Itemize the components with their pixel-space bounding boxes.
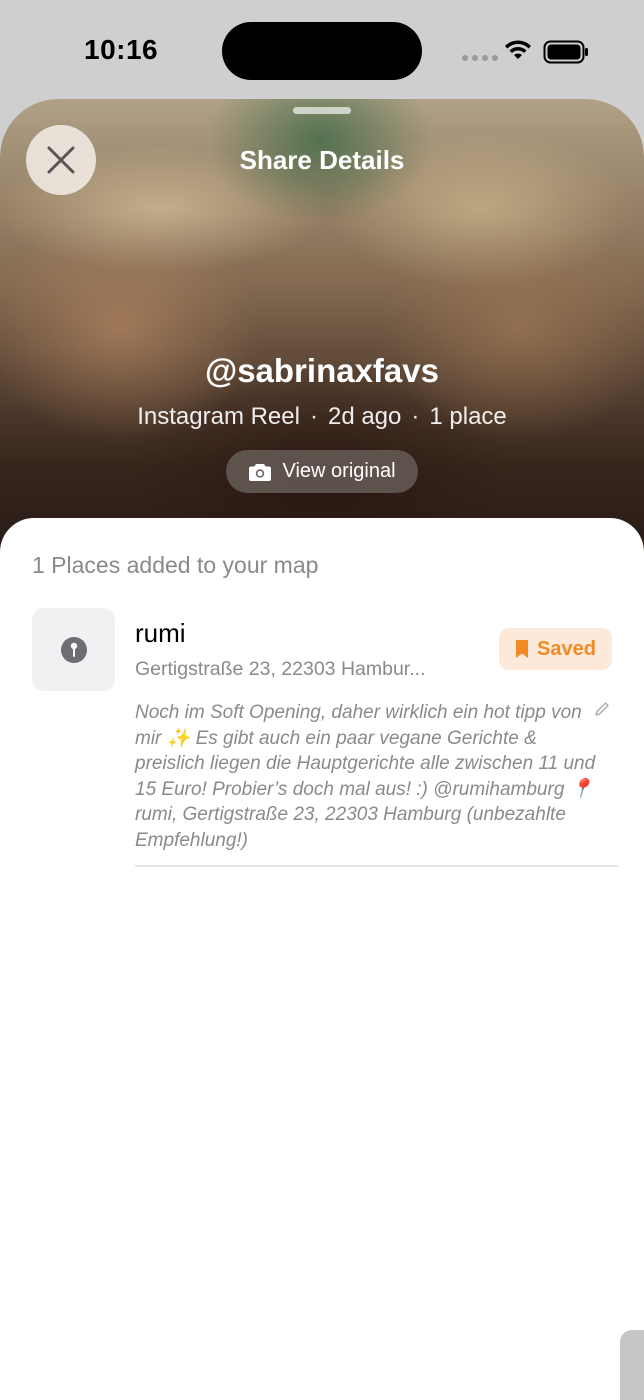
share-meta: Instagram Reel · 2d ago · 1 place <box>137 403 507 430</box>
wifi-icon <box>505 40 531 59</box>
creator-handle: @sabrinaxfavs <box>205 352 439 389</box>
share-age: 2d ago <box>327 403 402 430</box>
divider <box>135 865 618 867</box>
bookmark-icon <box>516 640 529 658</box>
status-time: 10:16 <box>84 34 159 65</box>
dynamic-island <box>222 22 422 80</box>
place-thumbnail <box>32 608 115 691</box>
sheet-title: Share Details <box>239 145 405 175</box>
place-count: 1 place <box>429 403 507 430</box>
camera-icon <box>249 463 272 481</box>
places-heading: 1 Places added to your map <box>32 552 319 578</box>
battery-icon <box>543 40 588 64</box>
saved-label: Saved <box>537 637 596 660</box>
places-panel: 1 Places added to your map rumi Gertigst… <box>0 518 644 1400</box>
saved-button[interactable]: Saved <box>499 628 612 670</box>
share-details-sheet: Share Details @sabrinaxfavs Instagram Re… <box>0 99 644 1400</box>
place-name: rumi <box>135 618 186 648</box>
view-original-button[interactable]: View original <box>226 450 418 493</box>
background-peek <box>620 1330 644 1400</box>
pencil-icon[interactable] <box>594 701 610 717</box>
list-item[interactable]: rumi Gertigstraße 23, 22303 Hambur... Sa… <box>0 606 644 868</box>
place-note: Noch im Soft Opening, daher wirklich ein… <box>135 702 596 851</box>
cellular-signal-icon <box>462 55 498 61</box>
pin-icon <box>60 636 87 663</box>
place-address: Gertigstraße 23, 22303 Hambur... <box>135 658 426 680</box>
sheet-grabber[interactable] <box>293 107 351 114</box>
status-bar: 10:16 <box>0 0 644 100</box>
view-original-label: View original <box>282 460 396 482</box>
source-type: Instagram Reel <box>137 403 300 430</box>
